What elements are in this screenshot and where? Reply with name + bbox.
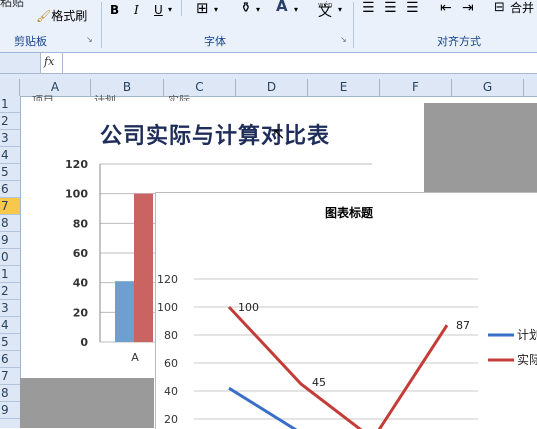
format-painter-label: 格式刷 <box>51 9 88 23</box>
mouse-cursor-icon: ↖ <box>272 124 286 143</box>
select-all-corner[interactable] <box>0 79 20 96</box>
divider <box>62 53 63 73</box>
name-box[interactable] <box>0 53 41 73</box>
fill-dropdown-icon[interactable]: ▾ <box>256 2 260 18</box>
align-right-icon[interactable]: ☰ <box>406 0 419 16</box>
phonetic-dropdown-icon[interactable]: ▾ <box>338 2 342 18</box>
x-tick-label: A <box>131 351 139 364</box>
align-center-icon[interactable]: ☰ <box>384 0 397 16</box>
row-header[interactable]: 7 <box>0 198 20 215</box>
series-line-plan <box>228 386 298 429</box>
row-header[interactable]: 4 <box>0 147 20 164</box>
line-chart-title: 图表标题 <box>325 206 374 220</box>
format-painter-button[interactable]: 🖌格式刷 <box>36 8 87 24</box>
group-divider <box>353 2 354 48</box>
legend-item: 实际 <box>517 352 537 367</box>
row-header[interactable]: 5 <box>0 164 20 181</box>
bar-chart-title: 公司实际与计算对比表 <box>100 124 331 149</box>
column-header[interactable]: D <box>236 79 308 96</box>
row-header[interactable]: 5 <box>0 334 20 351</box>
row-header[interactable]: 2 <box>0 113 20 130</box>
row-header[interactable]: 4 <box>0 317 20 334</box>
font-color-dropdown-icon[interactable]: ▾ <box>294 2 298 18</box>
bar <box>134 193 153 342</box>
font-group-label: 字体 <box>204 35 226 48</box>
data-label: 45 <box>312 376 326 389</box>
y-tick-label: 60 <box>164 357 178 370</box>
fill-color-icon[interactable]: ⚱ <box>240 0 252 16</box>
row-header-bar: 1234567890123456789 <box>0 96 21 428</box>
data-label: 100 <box>238 301 259 314</box>
row-header[interactable]: 2 <box>0 283 20 300</box>
line-chart-svg: 20 40 60 80 100 120 100 45 87 计划实际 <box>157 273 537 429</box>
column-header-bar: A B C D E F G <box>0 79 537 97</box>
row-header[interactable]: 6 <box>0 351 20 368</box>
row-header[interactable]: 8 <box>0 385 20 402</box>
row-header[interactable]: 3 <box>0 300 20 317</box>
y-tick-label: 0 <box>80 336 88 349</box>
bar <box>115 281 134 342</box>
column-header[interactable]: G <box>452 79 524 96</box>
line-chart[interactable]: 20 40 60 80 100 120 100 45 87 计划实际 <box>155 192 537 429</box>
data-label: 87 <box>456 319 470 332</box>
borders-icon[interactable]: ⊞ <box>196 0 209 16</box>
divider <box>181 0 182 16</box>
formula-input[interactable] <box>0 53 537 74</box>
row-header[interactable]: 8 <box>0 215 20 232</box>
y-tick-label: 100 <box>157 301 178 314</box>
group-divider <box>101 2 102 48</box>
paste-button-label[interactable]: 粘贴 <box>0 0 24 10</box>
row-header[interactable]: 9 <box>0 232 20 249</box>
clipboard-group-label: 剪贴板 <box>14 35 47 48</box>
chart-shadow-area <box>20 378 154 428</box>
row-header[interactable]: 1 <box>0 96 20 113</box>
column-header[interactable]: A <box>20 79 91 96</box>
font-color-button[interactable]: A <box>276 0 288 14</box>
row-header[interactable]: 3 <box>0 130 20 147</box>
underline-dropdown-icon[interactable]: ▾ <box>168 2 172 18</box>
alignment-group-label: 对齐方式 <box>437 35 481 48</box>
column-header[interactable]: F <box>380 79 452 96</box>
bold-button[interactable]: B <box>110 2 119 18</box>
underline-button[interactable]: U <box>154 2 163 18</box>
y-tick-label: 60 <box>73 247 89 260</box>
increase-indent-icon[interactable]: ⇥ <box>462 0 474 16</box>
row-header[interactable]: 6 <box>0 181 20 198</box>
y-tick-label: 40 <box>73 277 89 290</box>
merge-icon[interactable]: ⊟ <box>494 0 505 16</box>
legend-item: 计划 <box>517 328 537 342</box>
y-tick-label: 40 <box>164 385 178 398</box>
row-header[interactable]: 7 <box>0 368 20 385</box>
y-tick-label: 80 <box>73 217 89 230</box>
column-header[interactable]: E <box>308 79 380 96</box>
y-tick-label: 80 <box>164 329 178 342</box>
ribbon: 粘贴 🖌格式刷 剪贴板 ↘ B I U ▾ ⊞ ▾ ⚱ ▾ A ▾ wén 文 … <box>0 0 537 53</box>
row-header[interactable]: 0 <box>0 249 20 266</box>
series-line-actual <box>227 305 449 429</box>
y-tick-label: 20 <box>73 306 89 319</box>
column-header[interactable] <box>524 79 537 96</box>
row-header[interactable]: 1 <box>0 266 20 283</box>
merge-label[interactable]: 合并 <box>510 0 534 16</box>
font-launcher-icon[interactable]: ↘ <box>340 35 347 44</box>
decrease-indent-icon[interactable]: ⇤ <box>440 0 452 16</box>
y-tick-label: 120 <box>157 273 178 286</box>
y-tick-label: 120 <box>65 158 88 171</box>
italic-button[interactable]: I <box>134 2 139 18</box>
y-tick-label: 100 <box>65 188 88 201</box>
phonetic-button[interactable]: 文 <box>318 4 332 20</box>
align-left-icon[interactable]: ☰ <box>362 0 375 16</box>
y-tick-label: 20 <box>164 413 178 426</box>
clipboard-launcher-icon[interactable]: ↘ <box>86 35 93 44</box>
borders-dropdown-icon[interactable]: ▾ <box>214 2 218 18</box>
chart-shadow-area <box>424 103 537 194</box>
brush-icon: 🖌 <box>36 9 52 23</box>
row-header[interactable]: 9 <box>0 402 20 419</box>
fx-icon[interactable]: fx <box>44 55 54 68</box>
